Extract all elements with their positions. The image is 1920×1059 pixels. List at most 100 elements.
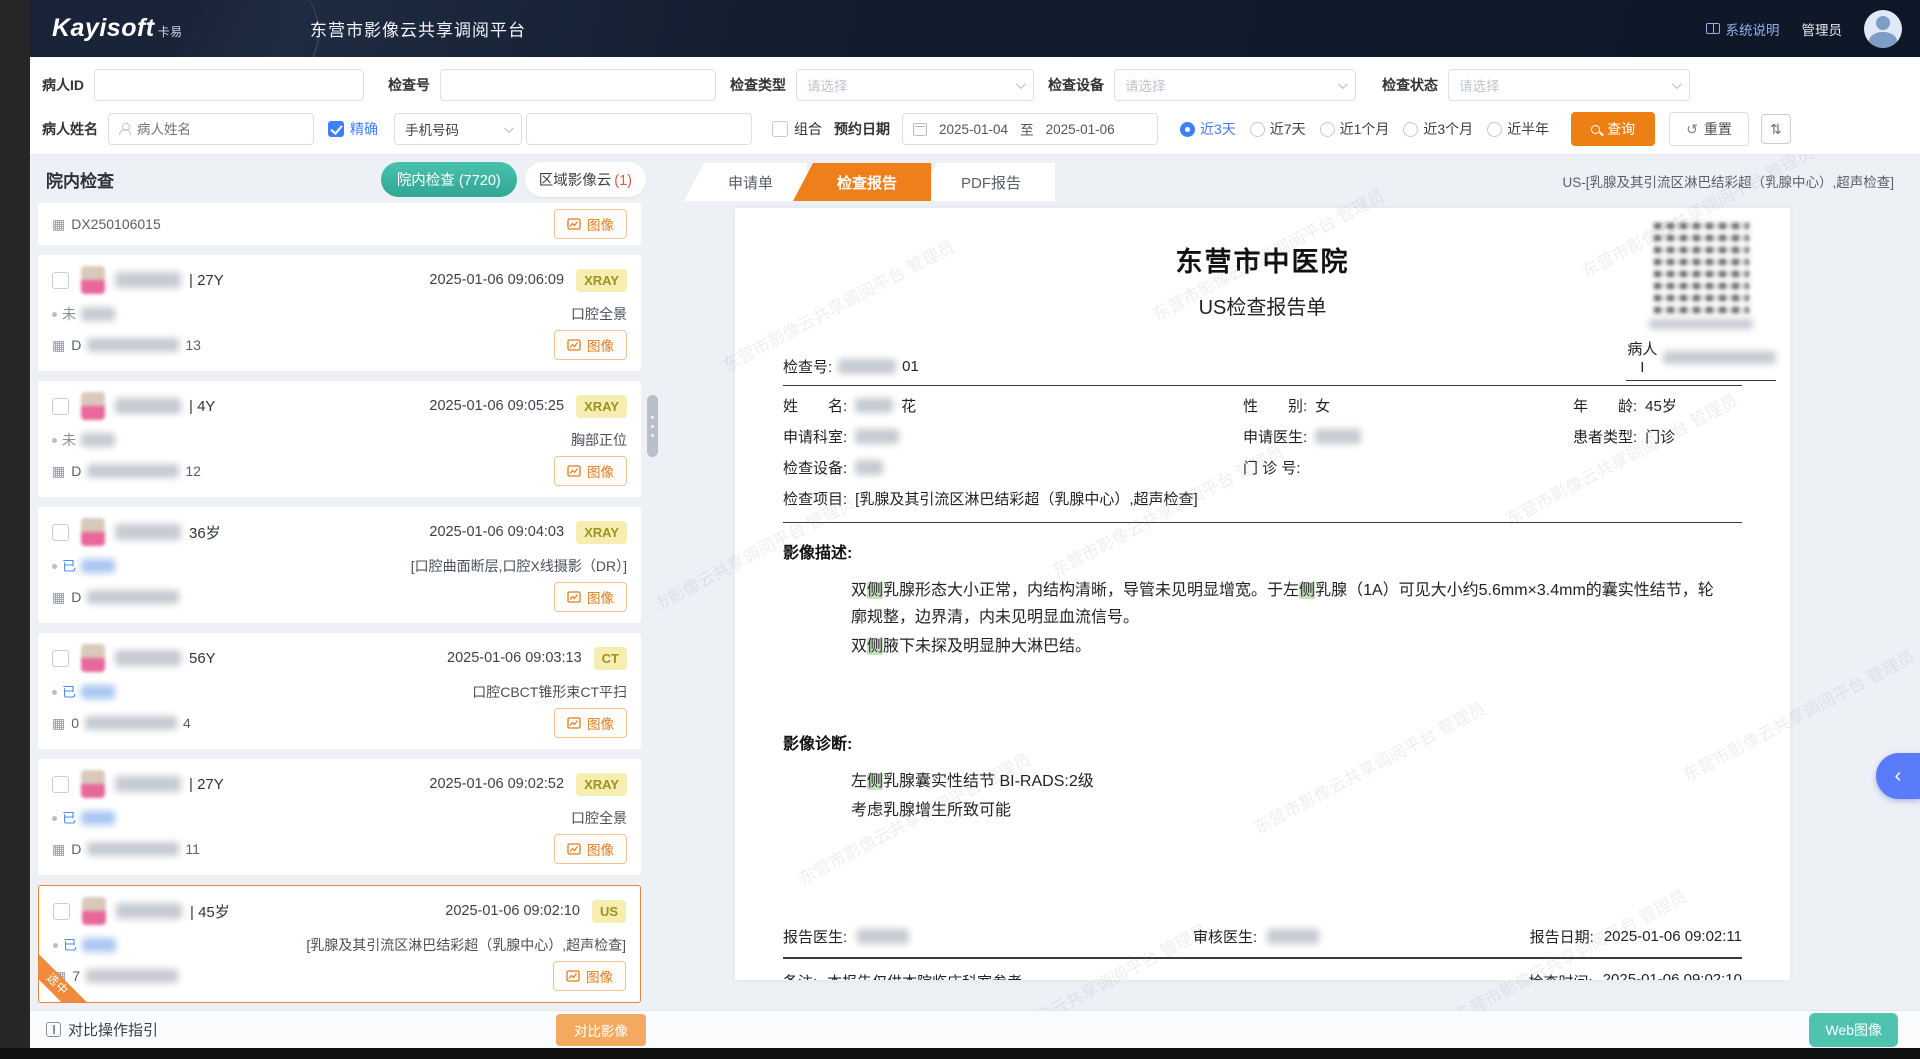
region-count: (1)	[614, 173, 632, 189]
item-checkbox[interactable]	[52, 650, 69, 667]
patient-id-input[interactable]	[94, 69, 364, 101]
exam-list-item-partial[interactable]: ▦ DX250106015 图像	[38, 203, 641, 245]
system-help-link[interactable]: 系统说明	[1706, 19, 1780, 39]
reset-button[interactable]: ↺ 重置	[1669, 112, 1749, 146]
exam-type-text: [乳腺及其引流区淋巴结彩超（乳腺中心）,超声检查]	[306, 935, 626, 955]
chevron-down-icon	[504, 123, 514, 133]
film-icon: ▦	[52, 337, 65, 354]
device-select[interactable]: 请选择	[1114, 69, 1356, 101]
exam-id-line: ▦ D12	[52, 463, 201, 480]
range-1m-label: 近1个月	[1340, 119, 1390, 139]
report-note-row: 备注:本报告仅供本院临床科室参考 检查时间:2025-01-06 09:02:1…	[783, 971, 1742, 980]
patient-name-field[interactable]	[108, 113, 314, 145]
combine-label: 组合	[794, 119, 822, 139]
exam-list-sidebar: 院内检查 院内检查 (7720) 区域影像云(1) ▦ DX250106015 …	[38, 155, 650, 1010]
image-icon	[567, 218, 581, 230]
exam-type-select[interactable]: 请选择	[796, 69, 1034, 101]
tab-pdf-report[interactable]: PDF报告	[917, 163, 1055, 201]
exam-datetime: 2025-01-06 09:03:13	[447, 650, 582, 666]
exam-list-item[interactable]: | 27Y 2025-01-06 09:02:52 XRAY 已 口腔全景 ▦ …	[38, 759, 641, 875]
exam-status: 已	[52, 556, 115, 576]
image-icon	[567, 843, 581, 855]
diagnosis-text-2: 考虑乳腺增生所致可能	[851, 797, 1721, 824]
report-document: 病人I 东营市中医院 US检查报告单 检查号: 01 姓 名:花 性 别:女 年…	[735, 208, 1790, 980]
exam-type-text: 胸部正位	[571, 430, 627, 450]
image-icon	[567, 465, 581, 477]
exam-type-label: 检查类型	[730, 75, 786, 95]
bottom-bar: 对比操作指引 对比影像 Web图像	[30, 1010, 1920, 1048]
tab-exam-report[interactable]: 检查报告	[793, 163, 931, 201]
screen-bottom-edge	[0, 1048, 1920, 1059]
view-image-button[interactable]: 图像	[554, 456, 627, 486]
phone-field-select[interactable]: 手机号码	[394, 113, 522, 145]
report-title: US检查报告单	[783, 291, 1742, 320]
patient-name-input[interactable]	[137, 122, 287, 137]
brand-logo: Kayisoft卡易	[52, 14, 183, 43]
range-1m-radio[interactable]	[1320, 122, 1335, 137]
view-image-button[interactable]: 图像	[554, 834, 627, 864]
exam-id-line: ▦ 04	[52, 715, 191, 732]
hospital-name: 东营市中医院	[783, 240, 1742, 279]
exam-list-item[interactable]: 36岁 2025-01-06 09:04:03 XRAY 已 [口腔曲面断层,口…	[38, 507, 641, 623]
collapse-panel-toggle[interactable]: ‹	[1876, 753, 1920, 799]
combine-checkbox[interactable]	[772, 121, 788, 137]
divider	[783, 522, 1742, 523]
device-label: 检查设备	[1048, 75, 1104, 95]
exam-id-line: ▦ D	[52, 589, 185, 606]
logo-area: Kayisoft卡易	[30, 0, 280, 57]
search-button[interactable]: 查询	[1571, 112, 1655, 146]
item-checkbox[interactable]	[52, 398, 69, 415]
patient-age: | 4Y	[189, 398, 215, 415]
compare-images-button[interactable]: 对比影像	[556, 1014, 646, 1046]
phone-input[interactable]	[526, 113, 752, 145]
tab-hospital-exams[interactable]: 院内检查 (7720)	[381, 162, 517, 197]
exam-id: DX250106015	[71, 216, 161, 232]
range-3m-radio[interactable]	[1403, 122, 1418, 137]
compare-guide-link[interactable]: 对比操作指引	[46, 1019, 158, 1040]
view-image-button[interactable]: 图像	[554, 708, 627, 738]
film-icon: ▦	[52, 216, 65, 233]
exam-no-input[interactable]	[440, 69, 716, 101]
tab-region-cloud[interactable]: 区域影像云(1)	[525, 162, 646, 197]
view-image-button[interactable]: 图像	[553, 961, 626, 991]
exam-list-item-selected[interactable]: 选中 | 45岁 2025-01-06 09:02:10 US 已 [乳腺及其引…	[38, 885, 641, 1003]
username-label: 管理员	[1802, 19, 1843, 39]
status-select[interactable]: 请选择	[1448, 69, 1690, 101]
film-icon: ▦	[52, 463, 65, 480]
user-avatar[interactable]	[1864, 10, 1902, 48]
patient-age: 56Y	[189, 650, 216, 667]
item-checkbox[interactable]	[52, 524, 69, 541]
range-3d-radio[interactable]	[1180, 122, 1195, 137]
view-image-button[interactable]: 图像	[554, 582, 627, 612]
view-image-button[interactable]: 图像	[554, 209, 627, 239]
item-checkbox[interactable]	[52, 272, 69, 289]
exam-id-line: ▦ 7	[53, 968, 184, 985]
patient-age: | 45岁	[190, 901, 230, 922]
description-text-1: 双侧乳腺形态大小正常，内结构清晰，导管未见明显增宽。于左侧乳腺（1A）可见大小约…	[851, 577, 1721, 631]
range-7d-radio[interactable]	[1250, 122, 1265, 137]
date-range-picker[interactable]: 2025-01-04 至 2025-01-06	[902, 113, 1158, 145]
web-image-button[interactable]: Web图像	[1809, 1013, 1898, 1047]
patient-age: | 27Y	[189, 776, 224, 793]
exam-list-item[interactable]: 56Y 2025-01-06 09:03:13 CT 已 口腔CBCT锥形束CT…	[38, 633, 641, 749]
diagnosis-text-1: 左侧乳腺囊实性结节 BI-RADS:2级	[851, 768, 1721, 795]
item-checkbox[interactable]	[53, 903, 70, 920]
range-3d-label: 近3天	[1200, 119, 1236, 139]
exam-id-line: ▦ D13	[52, 337, 201, 354]
item-checkbox[interactable]	[52, 776, 69, 793]
exam-id-line: ▦ DX250106015	[52, 216, 161, 233]
exact-checkbox[interactable]	[328, 121, 344, 137]
panel-resize-handle[interactable]	[647, 395, 658, 457]
note-text: 本报告仅供本院临床科室参考	[827, 971, 1022, 980]
exam-list-item[interactable]: | 4Y 2025-01-06 09:05:25 XRAY 未 胸部正位 ▦ D…	[38, 381, 641, 497]
range-6m-radio[interactable]	[1487, 122, 1502, 137]
qr-area: 病人I	[1626, 218, 1776, 381]
patient-name-redacted	[115, 524, 181, 540]
description-text-2: 双侧腋下未探及明显肿大淋巴结。	[851, 633, 1721, 660]
layout-settings-button[interactable]: ⇅	[1761, 114, 1791, 144]
patient-id-redacted	[1663, 351, 1776, 364]
tab-application-form[interactable]: 申请单	[684, 163, 807, 201]
view-image-button[interactable]: 图像	[554, 330, 627, 360]
exam-list-item[interactable]: | 27Y 2025-01-06 09:06:09 XRAY 未 口腔全景 ▦ …	[38, 255, 641, 371]
exam-status: 已	[52, 808, 115, 828]
